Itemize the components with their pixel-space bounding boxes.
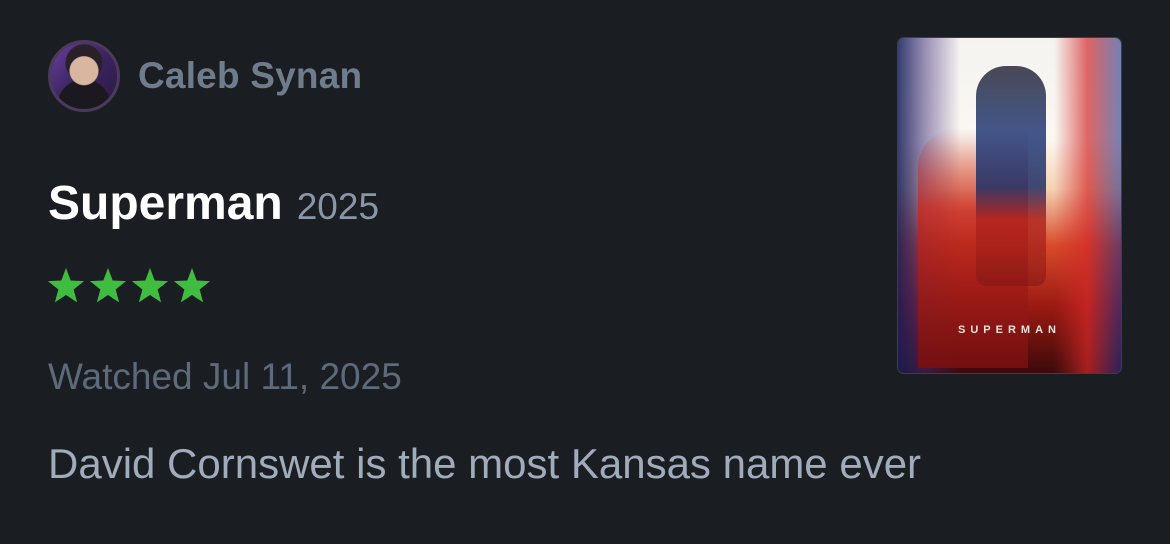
star-icon: [172, 266, 212, 306]
author-avatar[interactable]: [48, 40, 120, 112]
film-heading: Superman 2025: [48, 176, 379, 231]
film-year[interactable]: 2025: [297, 186, 379, 228]
star-icon: [130, 266, 170, 306]
star-icon: [46, 266, 86, 306]
poster-title: SUPERMAN: [958, 324, 1061, 336]
author-name[interactable]: Caleb Synan: [138, 55, 362, 97]
star-icon: [88, 266, 128, 306]
review-card: Caleb Synan Superman 2025 Watched Jul 11…: [0, 0, 1170, 544]
film-title[interactable]: Superman: [48, 176, 283, 231]
film-poster[interactable]: SUPERMAN: [897, 37, 1122, 374]
star-rating: [46, 266, 212, 306]
review-text: David Cornswet is the most Kansas name e…: [48, 440, 922, 487]
author-row[interactable]: Caleb Synan: [48, 38, 362, 114]
poster-figure-art: [976, 66, 1046, 286]
watched-date: Watched Jul 11, 2025: [48, 356, 402, 397]
